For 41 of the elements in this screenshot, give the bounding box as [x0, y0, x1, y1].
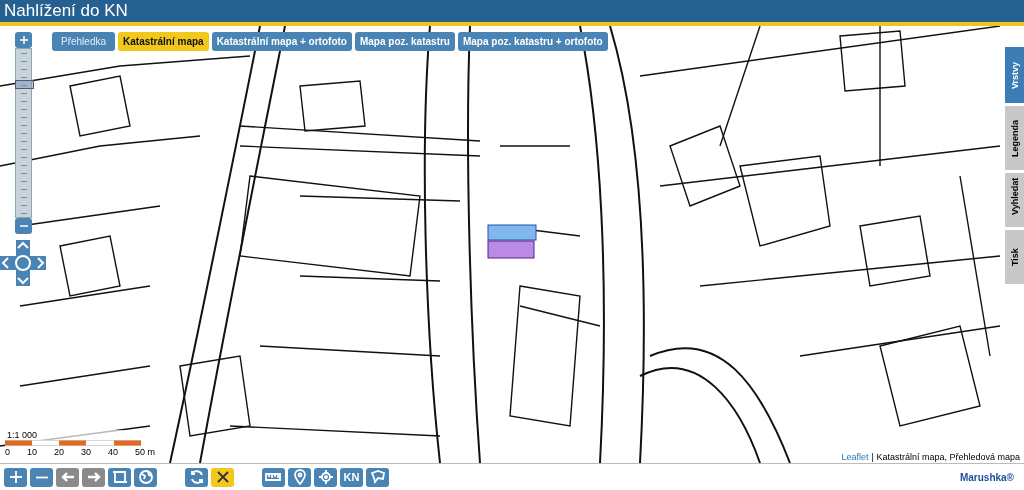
- scale-label: 30: [80, 447, 91, 457]
- attribution-text: | Katastrální mapa, Přehledová mapa: [871, 452, 1020, 462]
- zoom-out-button[interactable]: [15, 218, 32, 234]
- side-panel-tab[interactable]: Vrstvy: [1005, 47, 1024, 103]
- locate-button[interactable]: [314, 467, 337, 487]
- kn-button[interactable]: KN: [340, 467, 363, 487]
- zoom-in-button[interactable]: [15, 32, 32, 48]
- scale-label: 50 m: [134, 447, 155, 457]
- window-title: Nahlížení do KN: [4, 1, 128, 21]
- pan-control-icon[interactable]: [0, 240, 46, 286]
- scale-label: 20: [53, 447, 64, 457]
- refresh-button[interactable]: [185, 467, 208, 487]
- side-panel-tab[interactable]: Vyhledat: [1005, 173, 1024, 227]
- zoom-slider-handle[interactable]: [15, 80, 34, 90]
- globe-icon: [136, 469, 155, 485]
- marushka-logo: Marushka®: [959, 471, 1014, 483]
- scale-label: 10: [27, 447, 37, 457]
- globe-button[interactable]: [134, 467, 157, 487]
- map-type-tab[interactable]: Mapa poz. katastru: [354, 32, 455, 51]
- crosshair-icon: [316, 469, 335, 485]
- leaflet-link[interactable]: Leaflet: [841, 452, 869, 462]
- zoom-in-button[interactable]: [4, 467, 27, 487]
- measure-button[interactable]: [262, 467, 285, 487]
- frame-icon: [110, 469, 129, 485]
- zoom-out-button[interactable]: [30, 467, 53, 487]
- scale-label: 0: [5, 447, 10, 457]
- polygon-icon: [368, 469, 387, 485]
- pin-button[interactable]: [288, 467, 311, 487]
- map-type-tab[interactable]: Přehledka: [52, 32, 116, 51]
- map-type-tab[interactable]: Mapa poz. katastru + ortofoto: [457, 32, 608, 51]
- side-panel-tab[interactable]: Legenda: [1005, 106, 1024, 170]
- minus-icon: [18, 225, 29, 227]
- clear-button[interactable]: [211, 467, 234, 487]
- map-type-tab[interactable]: Katastrální mapa + ortofoto: [211, 32, 352, 51]
- map-type-tab[interactable]: Katastrální mapa: [118, 32, 209, 51]
- scale-ratio: 1:1 000: [7, 430, 39, 440]
- side-panel-tab[interactable]: Tisk: [1005, 230, 1024, 284]
- shape-button[interactable]: [366, 467, 389, 487]
- scale-label: 40: [107, 447, 118, 457]
- extent-button[interactable]: [108, 467, 131, 487]
- plus-icon: [18, 35, 29, 45]
